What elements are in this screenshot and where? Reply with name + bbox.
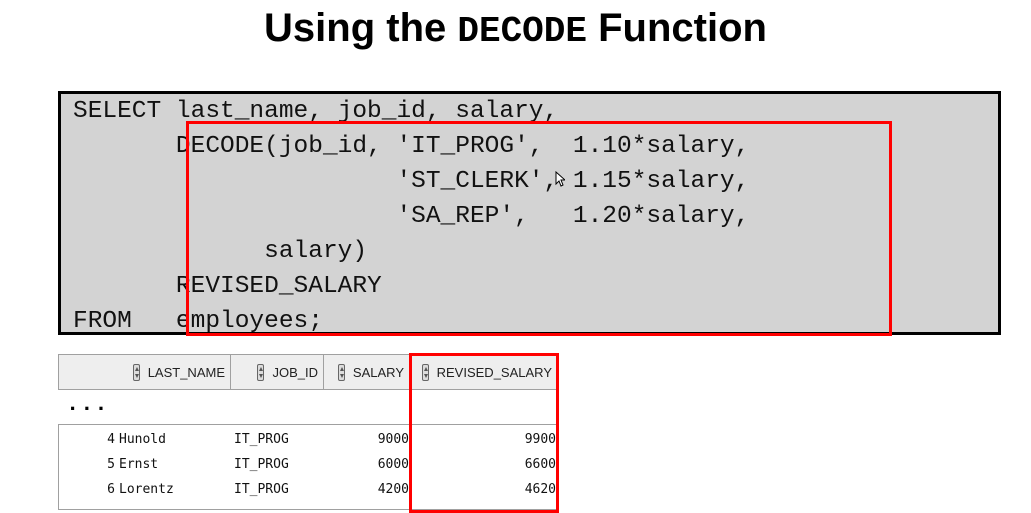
title-text-1: Using the xyxy=(264,6,447,50)
row-number: 6 xyxy=(107,482,115,497)
mouse-cursor-icon xyxy=(555,171,565,187)
cell-last-name: Lorentz xyxy=(119,482,174,497)
title-code-keyword: DECODE xyxy=(457,11,587,52)
cell-last-name: Hunold xyxy=(119,432,166,447)
column-header-label: SALARY xyxy=(352,364,404,380)
sort-icon[interactable] xyxy=(132,363,140,381)
revised-salary-highlight-box xyxy=(409,353,559,513)
cell-last-name: Ernst xyxy=(119,457,159,472)
column-header-salary[interactable]: SALARY xyxy=(324,355,410,389)
decode-highlight-box xyxy=(186,121,892,336)
column-header-job-id[interactable]: JOB_ID xyxy=(231,355,324,389)
column-header-label: LAST_NAME xyxy=(147,364,225,380)
cell-salary: 6000 xyxy=(377,457,409,472)
column-header-last-name[interactable]: LAST_NAME xyxy=(59,355,231,389)
title-text-2: Function xyxy=(598,6,767,50)
cell-job-id: IT_PROG xyxy=(234,482,289,497)
sort-icon[interactable] xyxy=(337,363,345,381)
cell-job-id: IT_PROG xyxy=(234,432,289,447)
column-header-label: JOB_ID xyxy=(272,364,318,380)
cell-salary: 4200 xyxy=(377,482,409,497)
cell-salary: 9000 xyxy=(377,432,409,447)
row-number: 4 xyxy=(107,432,115,447)
slide-title: Using the DECODE Function xyxy=(0,2,1031,58)
sort-icon[interactable] xyxy=(257,363,265,381)
cell-job-id: IT_PROG xyxy=(234,457,289,472)
rows-omitted-ellipsis: ... xyxy=(66,392,109,417)
row-number: 5 xyxy=(107,457,115,472)
